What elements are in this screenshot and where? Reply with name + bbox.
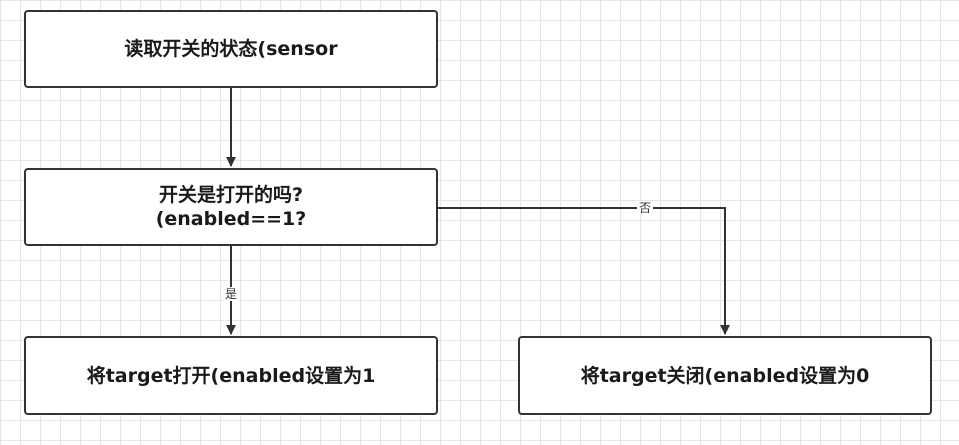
flowchart-canvas: 读取开关的状态(sensor 开关是打开的吗? (enabled==1? 将ta… (0, 0, 959, 445)
node-check-switch-on: 开关是打开的吗? (enabled==1? (24, 168, 438, 246)
node-set-target-on: 将target打开(enabled设置为1 (24, 336, 438, 415)
edge-check-to-set-off (438, 207, 730, 335)
node-check-line2: (enabled==1? (155, 208, 307, 230)
edge-label-no: 否 (637, 201, 654, 215)
node-check-line1: 开关是打开的吗? (158, 184, 304, 206)
node-read-switch-state: 读取开关的状态(sensor (24, 10, 438, 88)
node-set-target-on-label: 将target打开(enabled设置为1 (86, 364, 376, 387)
node-set-target-off: 将target关闭(enabled设置为0 (518, 336, 932, 415)
node-read-switch-state-label: 读取开关的状态(sensor (124, 38, 338, 60)
edge-label-yes: 是 (223, 287, 240, 301)
node-set-target-off-label: 将target关闭(enabled设置为0 (580, 364, 870, 387)
